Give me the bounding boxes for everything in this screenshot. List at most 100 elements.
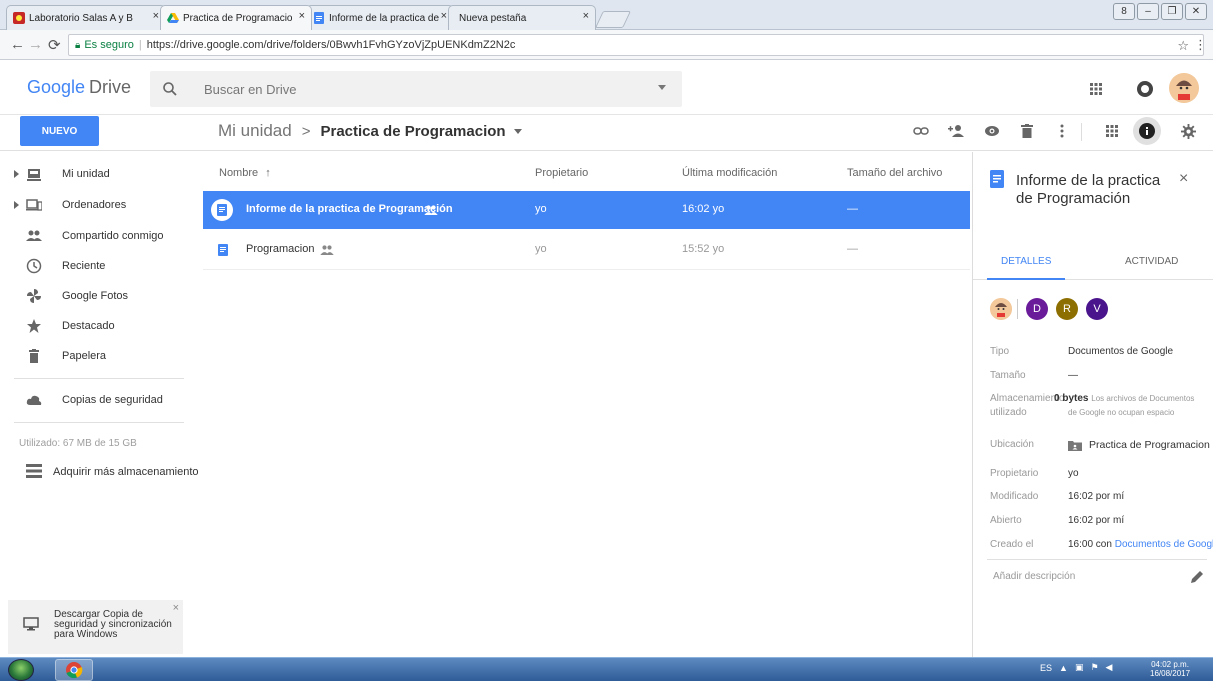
taskbar-chrome-button[interactable]: [55, 659, 93, 681]
people-icon: [26, 230, 42, 241]
column-header-name[interactable]: Nombre ↑: [219, 167, 271, 179]
browser-tab-nueva[interactable]: Nueva pestaña ×: [448, 5, 596, 30]
column-header-label: Nombre: [219, 167, 259, 179]
sort-ascending-icon[interactable]: ↑: [265, 167, 271, 179]
sidebar-item-copias[interactable]: Copias de seguridad: [0, 386, 199, 414]
breadcrumb: Mi unidad > Practica de Programacion: [218, 121, 522, 141]
browser-tab-informe[interactable]: Informe de la practica de ×: [306, 5, 454, 30]
browser-tab-practica[interactable]: Practica de Programacio ×: [160, 5, 312, 30]
close-details-icon[interactable]: ×: [1179, 170, 1188, 188]
sidebar-item-google-fotos[interactable]: Google Fotos: [0, 282, 199, 310]
sharer-avatar[interactable]: V: [1086, 298, 1108, 320]
close-window-icon[interactable]: ✕: [1185, 3, 1207, 20]
sidebar-item-ordenadores[interactable]: Ordenadores: [0, 191, 199, 219]
search-options-dropdown-icon[interactable]: [658, 85, 666, 90]
sidebar-item-destacado[interactable]: Destacado: [0, 312, 199, 340]
windows-taskbar: ES ▲ ▣ ⚑ ◀ 04:02 p.m. 16/08/2017: [0, 657, 1213, 681]
column-header-modified[interactable]: Última modificación: [682, 167, 777, 179]
share-person-add-icon[interactable]: [946, 121, 966, 141]
folder-menu-dropdown-icon[interactable]: [513, 128, 522, 134]
new-button[interactable]: NUEVO: [20, 116, 99, 146]
backup-promo-card[interactable]: Descargar Copia de seguridad y sincroniz…: [8, 600, 183, 654]
sidebar-item-compartido[interactable]: Compartido conmigo: [0, 222, 199, 250]
clock-date: 16/08/2017: [1150, 669, 1191, 678]
promo-close-icon[interactable]: ×: [173, 602, 179, 614]
maximize-icon[interactable]: ❐: [1161, 3, 1183, 20]
expand-arrow-icon[interactable]: [14, 201, 19, 209]
bookmark-star-icon[interactable]: ☆: [1177, 38, 1189, 54]
row-divider: [203, 269, 970, 270]
tab-close-icon[interactable]: ×: [299, 10, 305, 22]
edit-pencil-icon[interactable]: [1190, 570, 1204, 584]
cloud-icon: [26, 395, 42, 405]
expand-arrow-icon[interactable]: [14, 170, 19, 178]
volume-icon[interactable]: ◀: [1106, 662, 1113, 673]
start-button-icon[interactable]: [8, 659, 34, 681]
file-size: —: [847, 203, 858, 215]
breadcrumb-root[interactable]: Mi unidad: [218, 121, 292, 141]
browser-menu-icon[interactable]: ⋮: [1194, 37, 1207, 53]
description-input[interactable]: Añadir descripción: [993, 571, 1075, 582]
tab-details[interactable]: DETALLES: [1001, 256, 1051, 267]
modified-value: 16:02 por mí: [1068, 491, 1125, 502]
new-tab-button[interactable]: [595, 11, 631, 28]
search-input[interactable]: [202, 79, 622, 99]
type-value: Documentos de Google: [1068, 346, 1174, 357]
tray-arrow-icon[interactable]: ▲: [1059, 663, 1068, 673]
network-icon[interactable]: ▣: [1075, 662, 1084, 673]
active-tab-indicator: [987, 278, 1065, 280]
sidebar-item-label: Ordenadores: [62, 199, 127, 211]
column-header-size[interactable]: Tamaño del archivo: [847, 167, 942, 179]
sharer-avatar[interactable]: D: [1026, 298, 1048, 320]
apps-grid-icon[interactable]: [1090, 83, 1102, 95]
tab-activity[interactable]: ACTIVIDAD: [1125, 256, 1178, 267]
google-drive-logo[interactable]: Google Drive: [27, 77, 131, 98]
created-app-link[interactable]: Documentos de Google: [1115, 539, 1213, 550]
notifications-icon[interactable]: [1137, 81, 1153, 97]
owner-value: yo: [1068, 468, 1079, 479]
sidebar-item-label: Mi unidad: [62, 168, 110, 180]
flag-icon[interactable]: ⚑: [1090, 662, 1098, 673]
tab-close-icon[interactable]: ×: [441, 10, 447, 22]
breadcrumb-current[interactable]: Practica de Programacion: [320, 123, 505, 140]
sidebar-item-papelera[interactable]: Papelera: [0, 342, 199, 370]
file-modified: 16:02 yo: [682, 203, 725, 215]
reload-icon[interactable]: ⟳: [48, 36, 61, 54]
tab-close-icon[interactable]: ×: [583, 10, 589, 22]
sharer-avatar[interactable]: R: [1056, 298, 1078, 320]
location-value[interactable]: Practica de Programacion: [1068, 439, 1210, 451]
sidebar-divider: [14, 378, 184, 379]
secure-label: Es seguro: [84, 39, 134, 51]
taskbar-clock[interactable]: 04:02 p.m. 16/08/2017: [1150, 660, 1190, 678]
settings-gear-icon[interactable]: [1178, 121, 1198, 141]
language-indicator[interactable]: ES: [1040, 663, 1052, 673]
file-size: —: [847, 243, 858, 255]
column-header-owner[interactable]: Propietario: [535, 167, 588, 179]
search-box[interactable]: [150, 71, 682, 107]
sidebar-divider: [14, 422, 184, 423]
shared-folder-icon: [1068, 440, 1082, 451]
buy-storage-link[interactable]: Adquirir más almacenamiento: [26, 464, 199, 478]
details-info-icon[interactable]: [1133, 117, 1161, 145]
more-options-icon[interactable]: [1052, 121, 1072, 141]
preview-eye-icon[interactable]: [982, 121, 1002, 141]
user-icon[interactable]: 8: [1113, 3, 1135, 20]
table-row[interactable]: Informe de la practica de Programación y…: [203, 191, 970, 229]
sidebar-item-label: Reciente: [62, 260, 106, 272]
sidebar-item-reciente[interactable]: Reciente: [0, 252, 199, 280]
address-bar[interactable]: 🔒︎ Es seguro | https://drive.google.com/…: [68, 34, 1204, 56]
minimize-icon[interactable]: –: [1137, 3, 1159, 20]
search-icon[interactable]: [162, 81, 178, 97]
account-avatar[interactable]: [1169, 73, 1199, 103]
sidebar-item-mi-unidad[interactable]: Mi unidad: [0, 160, 199, 188]
forward-icon[interactable]: →: [28, 36, 43, 53]
owner-avatar[interactable]: [990, 298, 1012, 320]
type-label: Tipo: [990, 346, 1010, 357]
link-icon[interactable]: [911, 121, 931, 141]
table-row[interactable]: Programacion yo 15:52 yo —: [203, 231, 970, 269]
browser-tab-laboratorio[interactable]: Laboratorio Salas A y B ×: [6, 5, 166, 30]
grid-view-icon[interactable]: [1102, 121, 1122, 141]
trash-icon[interactable]: [1017, 121, 1037, 141]
tab-close-icon[interactable]: ×: [153, 10, 159, 22]
back-icon[interactable]: ←: [10, 36, 25, 53]
